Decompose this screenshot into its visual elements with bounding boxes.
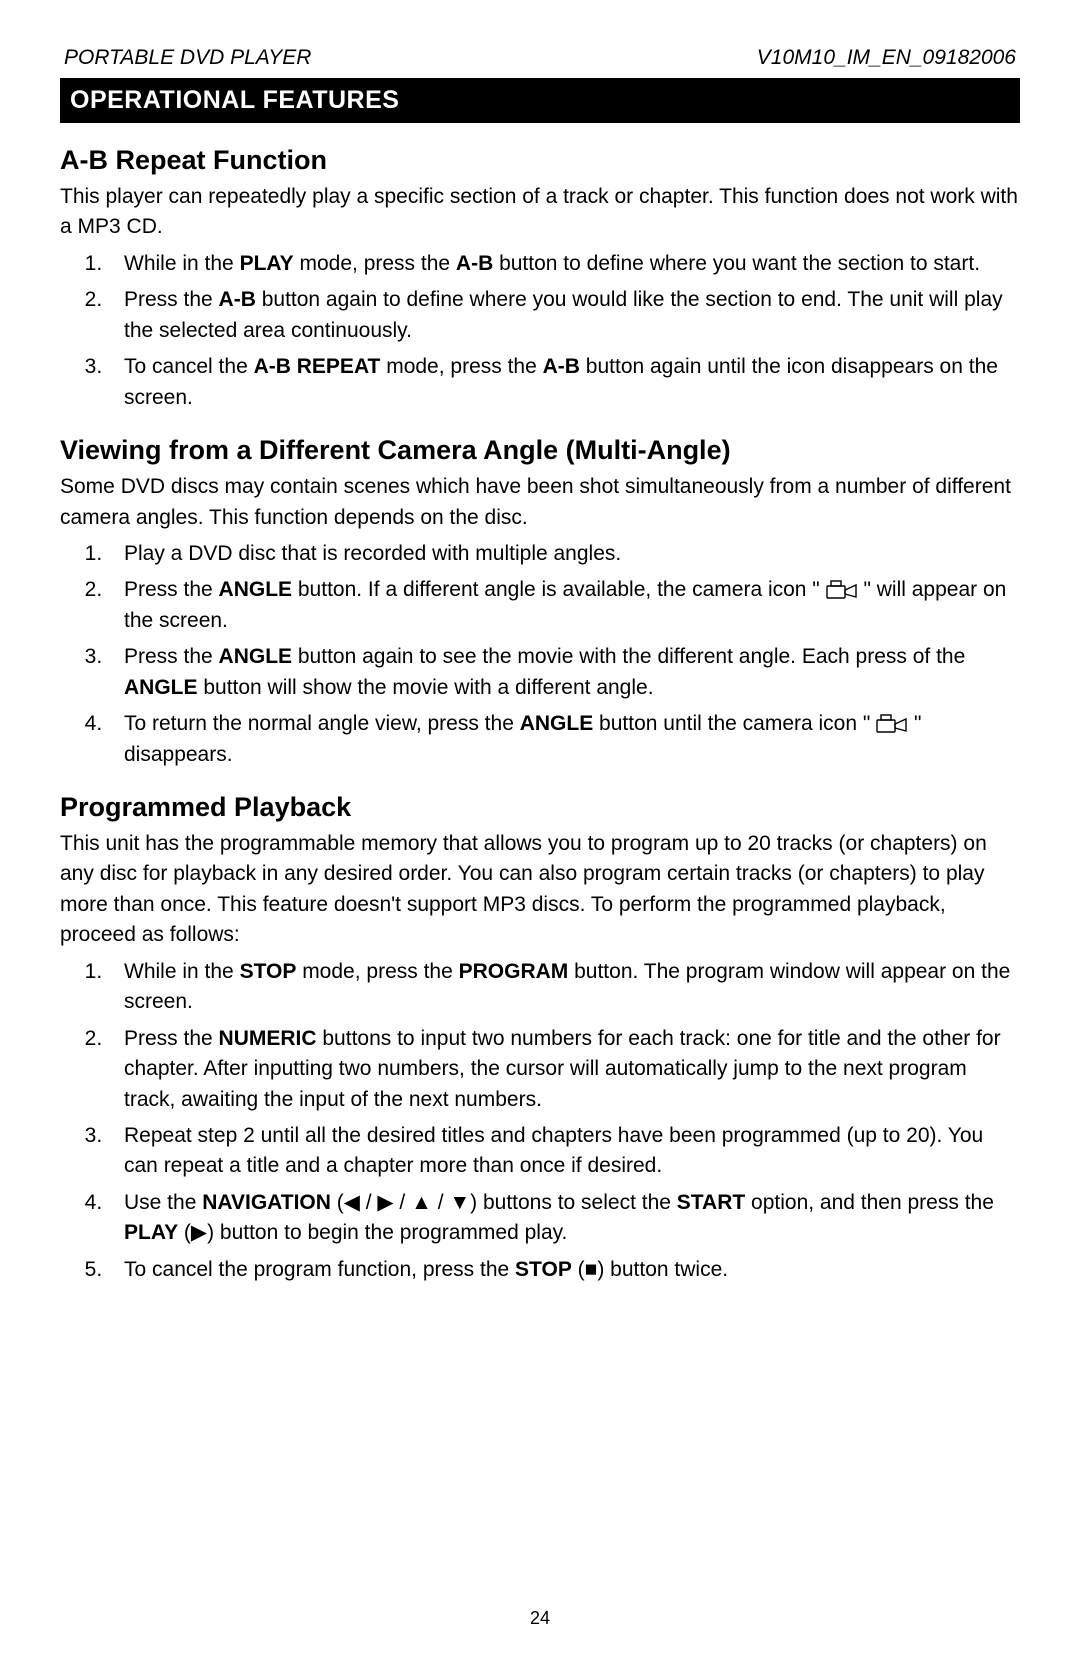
text-bold: PROGRAM xyxy=(459,960,569,983)
text-bold: NAVIGATION xyxy=(202,1191,331,1214)
page-number: 24 xyxy=(0,1608,1080,1629)
camera-angle-icon xyxy=(876,714,908,736)
text: To return the normal angle view, press t… xyxy=(124,712,520,735)
heading-multi-angle: Viewing from a Different Camera Angle (M… xyxy=(60,435,1020,466)
text: While in the xyxy=(124,960,240,983)
list-item: To cancel the program function, press th… xyxy=(108,1255,1020,1285)
list-item: While in the PLAY mode, press the A-B bu… xyxy=(108,249,1020,279)
text-bold: ANGLE xyxy=(219,578,293,601)
list-item: Press the ANGLE button again to see the … xyxy=(108,642,1020,703)
text-bold: A-B xyxy=(543,355,580,378)
text: Press the xyxy=(124,288,219,311)
text-bold: A-B xyxy=(456,252,493,275)
text: button to define where you want the sect… xyxy=(493,252,980,275)
text-bold: A-B xyxy=(219,288,256,311)
list-item: To cancel the A-B REPEAT mode, press the… xyxy=(108,352,1020,413)
text-bold: ANGLE xyxy=(124,676,198,699)
text: Use the xyxy=(124,1191,202,1214)
text: mode, press the xyxy=(380,355,542,378)
text-bold: PLAY xyxy=(124,1221,178,1244)
text: button until the camera icon " xyxy=(593,712,876,735)
heading-programmed-playback: Programmed Playback xyxy=(60,792,1020,823)
list-item: To return the normal angle view, press t… xyxy=(108,709,1020,770)
text-bold: NUMERIC xyxy=(219,1027,317,1050)
text: button will show the movie with a differ… xyxy=(198,676,654,699)
list-item: Play a DVD disc that is recorded with mu… xyxy=(108,539,1020,569)
text-bold: PLAY xyxy=(240,252,294,275)
text-bold: A-B REPEAT xyxy=(254,355,381,378)
steps-programmed-playback: While in the STOP mode, press the PROGRA… xyxy=(60,957,1020,1285)
text: Press the xyxy=(124,578,219,601)
text: To cancel the xyxy=(124,355,254,378)
text-bold: ANGLE xyxy=(219,645,293,668)
header-right: V10M10_IM_EN_09182006 xyxy=(757,46,1016,70)
text: Press the xyxy=(124,645,219,668)
text: mode, press the xyxy=(294,252,456,275)
text: (■) button twice. xyxy=(572,1258,728,1281)
text: (▶) button to begin the programmed play. xyxy=(178,1221,567,1244)
text: mode, press the xyxy=(296,960,458,983)
text: option, and then press the xyxy=(745,1191,994,1214)
text-bold: ANGLE xyxy=(520,712,594,735)
intro-multi-angle: Some DVD discs may contain scenes which … xyxy=(60,472,1020,533)
steps-ab-repeat: While in the PLAY mode, press the A-B bu… xyxy=(60,249,1020,413)
list-item: Use the NAVIGATION (◀ / ▶ / ▲ / ▼) butto… xyxy=(108,1188,1020,1249)
heading-ab-repeat: A-B Repeat Function xyxy=(60,145,1020,176)
camera-angle-icon xyxy=(826,580,858,602)
intro-programmed-playback: This unit has the programmable memory th… xyxy=(60,829,1020,951)
section-title-bar: OPERATIONAL FEATURES xyxy=(60,78,1020,123)
steps-multi-angle: Play a DVD disc that is recorded with mu… xyxy=(60,539,1020,770)
intro-ab-repeat: This player can repeatedly play a specif… xyxy=(60,182,1020,243)
header-left: PORTABLE DVD PLAYER xyxy=(64,46,311,70)
list-item: While in the STOP mode, press the PROGRA… xyxy=(108,957,1020,1018)
text: button. If a different angle is availabl… xyxy=(292,578,826,601)
text: button again to define where you would l… xyxy=(124,288,1003,341)
text: While in the xyxy=(124,252,240,275)
text-bold: STOP xyxy=(240,960,297,983)
text: Press the xyxy=(124,1027,219,1050)
text: (◀ / ▶ / ▲ / ▼) buttons to select the xyxy=(331,1191,677,1214)
list-item: Press the A-B button again to define whe… xyxy=(108,285,1020,346)
text: To cancel the program function, press th… xyxy=(124,1258,515,1281)
text: button again to see the movie with the d… xyxy=(292,645,965,668)
text-bold: START xyxy=(677,1191,745,1214)
page-header: PORTABLE DVD PLAYER V10M10_IM_EN_0918200… xyxy=(60,46,1020,70)
list-item: Press the ANGLE button. If a different a… xyxy=(108,575,1020,636)
text-bold: STOP xyxy=(515,1258,572,1281)
list-item: Repeat step 2 until all the desired titl… xyxy=(108,1121,1020,1182)
list-item: Press the NUMERIC buttons to input two n… xyxy=(108,1024,1020,1115)
